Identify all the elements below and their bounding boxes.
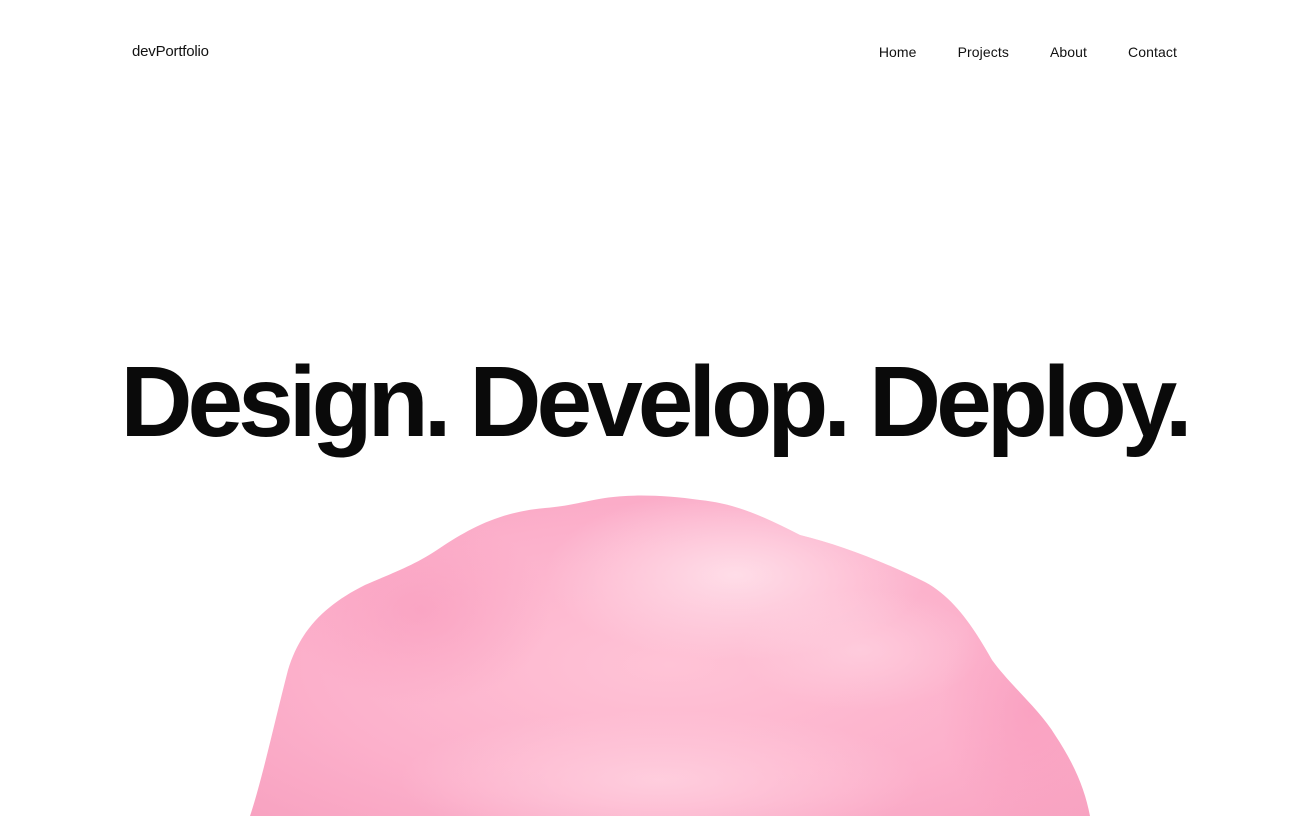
pink-blob-graphic xyxy=(0,480,1308,816)
nav-about-link[interactable]: About xyxy=(1050,44,1087,60)
nav-home-link[interactable]: Home xyxy=(879,44,917,60)
nav-projects-link[interactable]: Projects xyxy=(958,44,1009,60)
site-header: devPortfolio Home Projects About Contact xyxy=(0,0,1308,106)
logo-link[interactable]: devPortfolio xyxy=(132,43,209,60)
nav-contact-link[interactable]: Contact xyxy=(1128,44,1177,60)
blob-svg xyxy=(250,495,1090,816)
main-nav: Home Projects About Contact xyxy=(879,44,1177,60)
hero-title: Design. Develop. Deploy. xyxy=(120,346,1192,458)
